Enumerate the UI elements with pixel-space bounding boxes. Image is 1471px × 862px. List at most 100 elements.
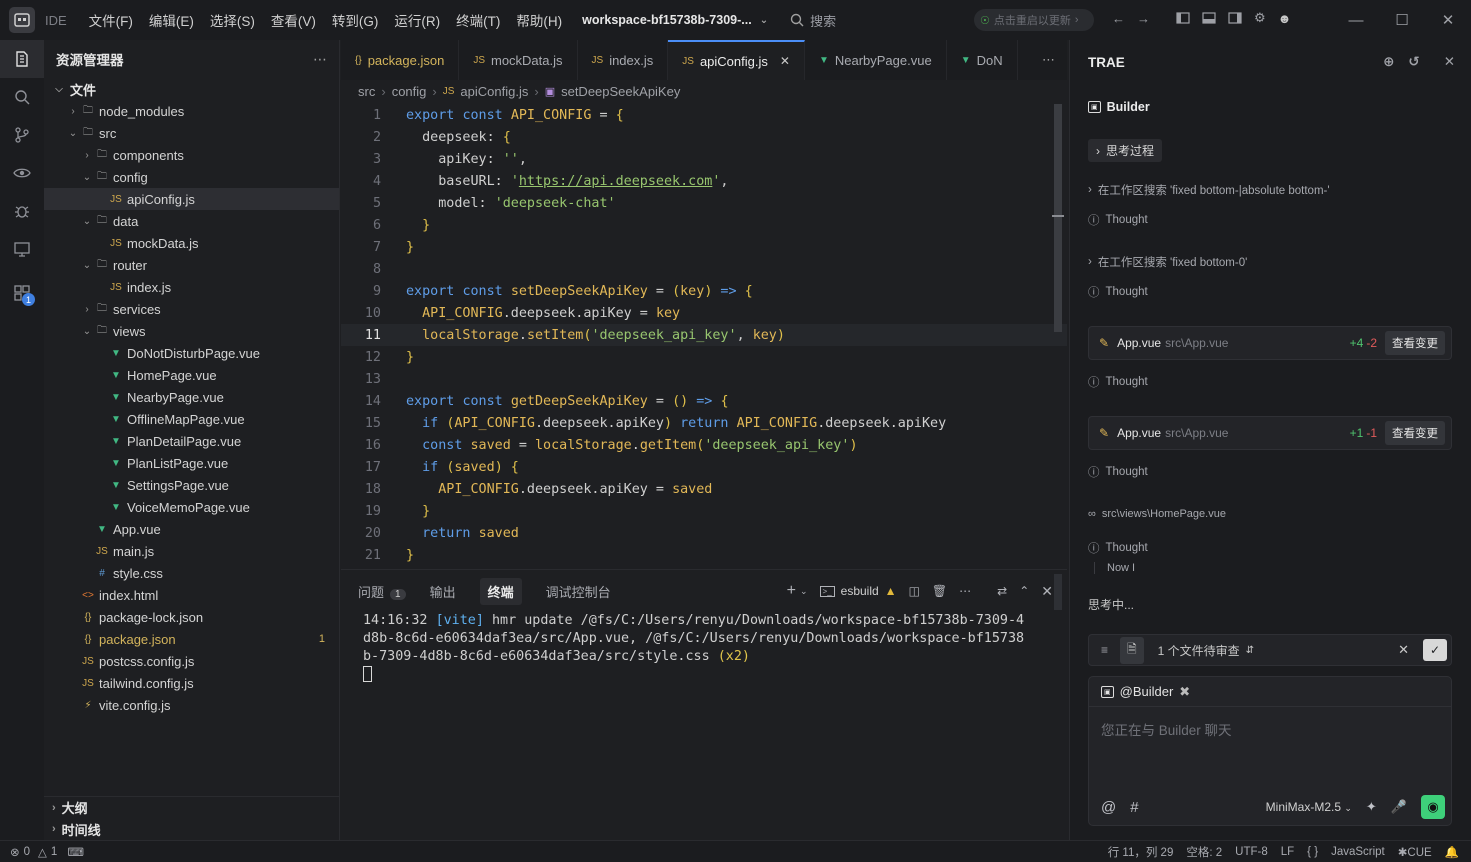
tree-file[interactable]: ▼ PlanListPage.vue [44, 452, 339, 474]
global-search[interactable]: 搜索 [790, 11, 836, 30]
encoding[interactable]: UTF-8 [1235, 846, 1268, 858]
tree-file[interactable]: ⚡ vite.config.js [44, 694, 339, 716]
view-changes-button[interactable]: 查看变更 [1385, 331, 1445, 355]
tab-output[interactable]: 输出 [430, 582, 456, 601]
breadcrumb-src[interactable]: src [358, 84, 375, 99]
tools-icon[interactable]: ✖ [1179, 684, 1190, 700]
eye-icon[interactable] [0, 154, 44, 192]
close-icon[interactable]: ✕ [1425, 0, 1471, 40]
search-step-2[interactable]: › 在工作区搜索 'fixed bottom-0' [1088, 254, 1247, 270]
source-control-icon[interactable] [0, 116, 44, 154]
review-count[interactable]: 1 个文件待审查 [1158, 642, 1240, 659]
forward-arrow-icon[interactable]: → [1137, 11, 1150, 26]
timeline-section[interactable]: › 时间线 [44, 818, 340, 840]
menu-goto[interactable]: 转到(G) [324, 10, 387, 30]
remote-explorer-icon[interactable] [0, 230, 44, 268]
accept-all-button[interactable]: ✓ [1423, 639, 1447, 661]
tree-file[interactable]: ▼ VoiceMemoPage.vue [44, 496, 339, 518]
tab-terminal[interactable]: 终端 [479, 577, 522, 605]
tree-file[interactable]: # style.css [44, 562, 339, 584]
editor-scrollbar[interactable] [1054, 104, 1062, 332]
file-name[interactable]: App.vue [1117, 336, 1161, 350]
outline-section[interactable]: › 大纲 [44, 796, 340, 818]
tab-mockdata-js[interactable]: JS mockData.js [459, 40, 578, 80]
explorer-icon[interactable] [0, 40, 44, 78]
chevron-down-icon[interactable]: ⌄ [800, 586, 808, 597]
tab-nearbypage-vue[interactable]: ▼ NearbyPage.vue [805, 40, 947, 80]
list-icon[interactable]: ≡ [1101, 643, 1108, 657]
new-chat-icon[interactable]: ⊕ [1383, 54, 1394, 70]
toggle-auxbar-icon[interactable] [1228, 11, 1242, 25]
tree-folder[interactable]: ⌄ 🗀 views [44, 320, 339, 342]
menu-edit[interactable]: 编辑(E) [141, 10, 202, 30]
thinking-chip[interactable]: › 思考过程 [1088, 139, 1163, 162]
new-terminal-icon[interactable]: + [787, 582, 796, 600]
thought-1[interactable]: ⓘ Thought [1088, 212, 1148, 228]
tree-file[interactable]: {} package-lock.json [44, 606, 339, 628]
model-selector[interactable]: MiniMax-M2.5 ⌄ [1266, 800, 1352, 814]
sparkle-icon[interactable]: ✦ [1366, 799, 1377, 815]
braces-icon[interactable]: { } [1307, 846, 1318, 858]
terminal-scrollbar[interactable] [1054, 574, 1062, 610]
tree-file[interactable]: ▼ DoNotDisturbPage.vue [44, 342, 339, 364]
trash-icon[interactable]: 🗑 [932, 584, 947, 598]
menu-terminal[interactable]: 终端(T) [448, 10, 508, 30]
tree-file[interactable]: JS mockData.js [44, 232, 339, 254]
thought-4[interactable]: ⓘ Thought [1088, 464, 1148, 480]
maximize-icon[interactable]: ☐ [1379, 0, 1425, 40]
code-editor[interactable]: 1 export const API_CONFIG = {2 deepseek: … [341, 104, 1067, 568]
tab-debug-console[interactable]: 调试控制台 [546, 582, 611, 601]
file-review-icon[interactable]: 🗎 [1120, 636, 1144, 664]
thought-3[interactable]: ⓘ Thought [1088, 374, 1148, 390]
tree-folder[interactable]: › 🗀 components [44, 144, 339, 166]
tree-file[interactable]: ▼ App.vue [44, 518, 339, 540]
tree-root[interactable]: ⌵ 文件 [44, 78, 339, 100]
reject-all-icon[interactable]: ✕ [1398, 642, 1409, 658]
tab-package-json[interactable]: {} package.json [341, 40, 460, 80]
tree-file[interactable]: ▼ HomePage.vue [44, 364, 339, 386]
tree-file[interactable]: ▼ OfflineMapPage.vue [44, 408, 339, 430]
maximize-panel-icon[interactable]: ⌃ [1019, 584, 1029, 598]
menu-view[interactable]: 查看(V) [263, 10, 324, 30]
terminal-output[interactable]: 14:16:32 [vite] hmr update /@fs/C:/Users… [341, 612, 1053, 684]
tree-folder[interactable]: › 🗀 node_modules [44, 100, 339, 122]
toggle-sidebar-icon[interactable] [1176, 11, 1190, 25]
cursor-position[interactable]: 行 11，列 29 [1108, 844, 1174, 860]
tree-file[interactable]: <> index.html [44, 584, 339, 606]
more-actions-icon[interactable]: ⋯ [313, 51, 327, 68]
history-icon[interactable]: ↺ [1408, 54, 1419, 70]
debug-icon[interactable] [0, 192, 44, 230]
mention-icon[interactable]: @ [1101, 799, 1116, 816]
cue-status[interactable]: ✱CUE [1398, 845, 1432, 859]
tree-folder[interactable]: › 🗀 services [44, 298, 339, 320]
close-panel-icon[interactable]: ✕ [1041, 583, 1053, 600]
toggle-panel-icon[interactable] [1202, 11, 1216, 25]
microphone-icon[interactable]: 🎤 [1391, 799, 1407, 815]
tree-file[interactable]: JS main.js [44, 540, 339, 562]
menu-file[interactable]: 文件(F) [81, 10, 141, 30]
tree-file[interactable]: JS index.js [44, 276, 339, 298]
tree-folder[interactable]: ⌄ 🗀 router [44, 254, 339, 276]
end-of-line[interactable]: LF [1281, 846, 1294, 858]
file-name[interactable]: App.vue [1117, 426, 1161, 440]
tab-don[interactable]: ▼ DoN [947, 40, 1018, 80]
back-arrow-icon[interactable]: ← [1112, 11, 1125, 26]
workspace-switcher[interactable]: workspace-bf15738b-7309-... ⌄ [582, 13, 768, 27]
restart-update-button[interactable]: ☉ 点击重启以更新 › [974, 9, 1094, 31]
tab-apiconfig-js[interactable]: JS apiConfig.js ✕ [668, 40, 805, 80]
gear-icon[interactable]: ⚙ [1254, 10, 1266, 26]
tree-file[interactable]: ▼ NearbyPage.vue [44, 386, 339, 408]
menu-selection[interactable]: 选择(S) [202, 10, 263, 30]
menu-help[interactable]: 帮助(H) [508, 10, 570, 30]
tree-file[interactable]: {} package.json 1 [44, 628, 339, 650]
breadcrumb-config[interactable]: config [392, 84, 427, 99]
minimize-icon[interactable]: — [1333, 0, 1379, 40]
terminal-task-name[interactable]: esbuild [841, 584, 879, 598]
chat-input[interactable]: 您正在与 Builder 聊天 [1089, 707, 1451, 751]
panel-layout-icon[interactable]: ⇄ [997, 584, 1007, 598]
notifications-icon[interactable]: 🔔 [1445, 845, 1459, 859]
tree-folder[interactable]: ⌄ 🗀 src [44, 122, 339, 144]
indentation[interactable]: 空格: 2 [1186, 844, 1222, 860]
thought-5[interactable]: ⓘ Thought [1088, 540, 1148, 556]
close-tab-icon[interactable]: ✕ [780, 54, 790, 68]
